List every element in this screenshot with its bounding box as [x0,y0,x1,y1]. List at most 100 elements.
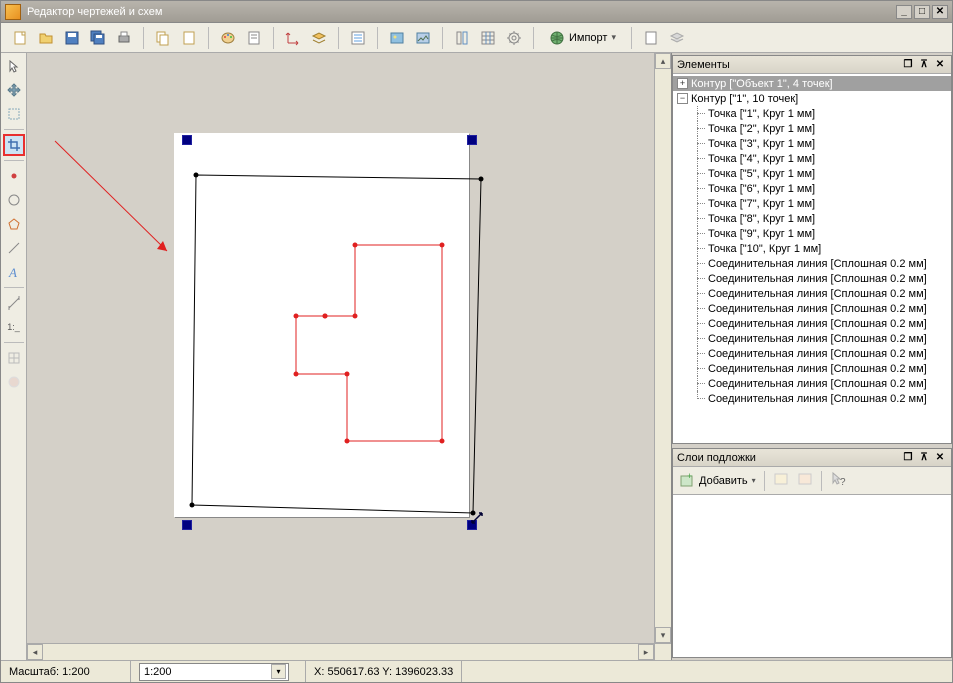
panel-float-button[interactable]: ❐ [901,58,915,72]
tree-item[interactable]: Соединительная линия [Сплошная 0.2 мм] [673,361,951,376]
tree-item[interactable]: Соединительная линия [Сплошная 0.2 мм] [673,331,951,346]
tree-item-contour2[interactable]: − Контур ["1", 10 точек] [673,91,951,106]
resize-handle-icon[interactable] [470,511,484,525]
move-tool[interactable] [3,79,25,101]
panel-close-button[interactable]: ✕ [933,58,947,72]
text-tool[interactable]: A [3,261,25,283]
grid-tool[interactable] [3,347,25,369]
panel-pin-button[interactable]: ⊼ [917,451,931,465]
tree-item[interactable]: Точка ["7", Круг 1 мм] [673,196,951,211]
elements-panel: Элементы ❐ ⊼ ✕ + Контур ["Объект 1", 4 т… [672,55,952,444]
window-title: Редактор чертежей и схем [27,6,896,18]
add-layer-button[interactable]: + Добавить ▾ [679,473,756,489]
scale-combo[interactable]: 1:200 ▾ [139,663,289,681]
panel-float-button[interactable]: ❐ [901,451,915,465]
panel-pin-button[interactable]: ⊼ [917,58,931,72]
tree-item[interactable]: Точка ["4", Круг 1 мм] [673,151,951,166]
dropdown-caret-icon: ▾ [611,32,616,43]
close-button[interactable]: ✕ [932,5,948,19]
add-icon: + [679,473,695,489]
tree-item[interactable]: Соединительная линия [Сплошная 0.2 мм] [673,316,951,331]
measure-tool[interactable] [3,292,25,314]
crop-tool[interactable] [3,134,25,156]
tree-item[interactable]: Соединительная линия [Сплошная 0.2 мм] [673,346,951,361]
scroll-right-button[interactable]: ▸ [638,644,654,660]
scroll-up-button[interactable]: ▴ [655,53,671,69]
tree-item[interactable]: Точка ["6", Круг 1 мм] [673,181,951,196]
expand-icon[interactable]: + [677,78,688,89]
doc2-button[interactable] [666,27,688,49]
scroll-left-button[interactable]: ◂ [27,644,43,660]
app-icon [5,4,21,20]
print-button[interactable] [113,27,135,49]
point-tool[interactable] [3,165,25,187]
vertical-scrollbar[interactable]: ▴ ▾ [654,53,671,643]
tree-item[interactable]: Точка ["2", Круг 1 мм] [673,121,951,136]
line-tool[interactable] [3,237,25,259]
image1-button[interactable] [386,27,408,49]
collapse-icon[interactable]: − [677,93,688,104]
tree-item[interactable]: Соединительная линия [Сплошная 0.2 мм] [673,271,951,286]
import-button[interactable]: Импорт ▾ [542,27,623,49]
tree-item-contour1[interactable]: + Контур ["Объект 1", 4 точек] [673,76,951,91]
list-button[interactable] [347,27,369,49]
new-button[interactable] [9,27,31,49]
horizontal-scrollbar[interactable]: ◂ ▸ [27,643,654,660]
layers-button[interactable] [308,27,330,49]
doc1-button[interactable] [640,27,662,49]
scale-tool[interactable]: 1:_ [3,316,25,338]
tree-item[interactable]: Точка ["9", Круг 1 мм] [673,226,951,241]
tree-item[interactable]: Точка ["10", Круг 1 мм] [673,241,951,256]
gear-button[interactable] [503,27,525,49]
palette-button[interactable] [217,27,239,49]
import-label: Импорт [569,32,607,44]
selection-handle[interactable] [182,135,192,145]
main-toolbar: Импорт ▾ [1,23,952,53]
scroll-down-button[interactable]: ▾ [655,627,671,643]
pointer-tool[interactable] [3,55,25,77]
circle-tool[interactable] [3,189,25,211]
elements-panel-title: Элементы [677,59,899,71]
tree-item[interactable]: Точка ["1", Круг 1 мм] [673,106,951,121]
save-button[interactable] [61,27,83,49]
grid1-button[interactable] [451,27,473,49]
canvas-viewport[interactable] [27,53,654,643]
maximize-button[interactable]: □ [914,5,930,19]
layer-help-button[interactable]: ? [830,471,846,490]
copy-button[interactable] [152,27,174,49]
axes-button[interactable] [282,27,304,49]
panel-close-button[interactable]: ✕ [933,451,947,465]
contour-object[interactable] [192,175,481,516]
select-tool[interactable] [3,103,25,125]
minimize-button[interactable]: _ [896,5,912,19]
tree-item[interactable]: Соединительная линия [Сплошная 0.2 мм] [673,391,951,406]
elements-tree[interactable]: + Контур ["Объект 1", 4 точек] − Контур … [673,74,951,443]
tree-item[interactable]: Соединительная линия [Сплошная 0.2 мм] [673,256,951,271]
scale-label: Масштаб: 1:200 [9,666,90,678]
selection-handle[interactable] [182,520,192,530]
selection-handle[interactable] [467,135,477,145]
saveall-button[interactable] [87,27,109,49]
polygon-tool[interactable] [3,213,25,235]
tree-item[interactable]: Соединительная линия [Сплошная 0.2 мм] [673,301,951,316]
layer-btn2[interactable] [797,471,813,490]
tree-item[interactable]: Соединительная линия [Сплошная 0.2 мм] [673,376,951,391]
disabled-tool [3,371,25,393]
statusbar: Масштаб: 1:200 1:200 ▾ X: 550617.63 Y: 1… [1,660,952,682]
tree-item[interactable]: Соединительная линия [Сплошная 0.2 мм] [673,286,951,301]
image2-button[interactable] [412,27,434,49]
add-layer-label: Добавить [699,475,748,487]
settings-button[interactable] [243,27,265,49]
layer-btn1[interactable] [773,471,789,490]
tree-item[interactable]: Точка ["8", Круг 1 мм] [673,211,951,226]
annotation-arrow [51,137,173,257]
tree-item[interactable]: Точка ["5", Круг 1 мм] [673,166,951,181]
paste-button[interactable] [178,27,200,49]
svg-text:+: + [687,473,692,481]
tree-item[interactable]: Точка ["3", Круг 1 мм] [673,136,951,151]
open-button[interactable] [35,27,57,49]
coords-label: X: 550617.63 Y: 1396023.33 [314,666,453,678]
layers-list[interactable] [673,495,951,657]
grid2-button[interactable] [477,27,499,49]
titlebar: Редактор чертежей и схем _ □ ✕ [1,1,952,23]
